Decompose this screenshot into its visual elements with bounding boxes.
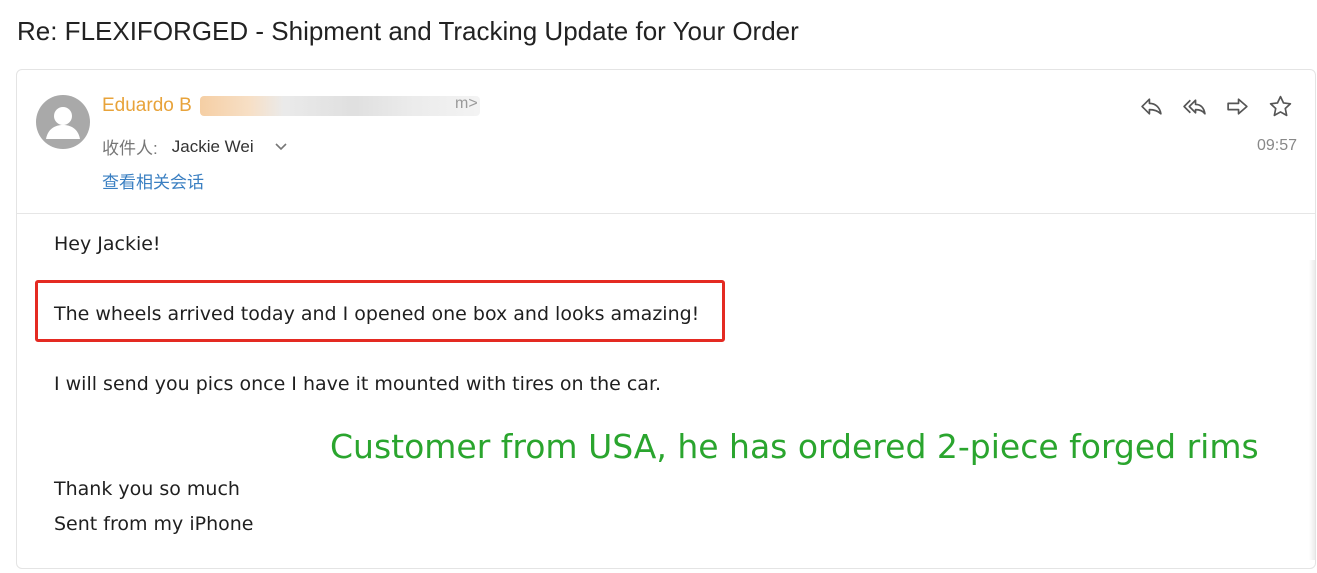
person-icon [46, 107, 80, 139]
email-body: Hey Jackie! The wheels arrived today and… [17, 213, 1315, 573]
message-time: 09:57 [1256, 137, 1297, 154]
avatar[interactable] [36, 95, 90, 149]
greeting-text: Hey Jackie! [54, 233, 161, 255]
email-card: Eduardo B m> 收件人: Jackie Wei 查看相关会话 09:5… [16, 69, 1316, 569]
sender-email-tail: m> [455, 95, 478, 112]
reply-icon[interactable] [1139, 94, 1164, 119]
sender-name[interactable]: Eduardo B [102, 95, 192, 117]
signature-line: Sent from my iPhone [54, 513, 254, 535]
email-header: Eduardo B m> 收件人: Jackie Wei 查看相关会话 09:5… [17, 70, 1315, 214]
recipient-name[interactable]: Jackie Wei [172, 137, 254, 157]
email-subject: Re: FLEXIFORGED - Shipment and Tracking … [17, 16, 799, 46]
recipient-row: 收件人: Jackie Wei [102, 134, 288, 159]
forward-icon[interactable] [1225, 94, 1250, 119]
star-icon[interactable] [1268, 94, 1293, 119]
recipient-label: 收件人: [102, 139, 158, 158]
pics-line: I will send you pics once I have it moun… [54, 373, 662, 395]
related-conversations-link[interactable]: 查看相关会话 [102, 168, 204, 193]
reply-all-icon[interactable] [1182, 94, 1207, 119]
redacted-email-mask [200, 96, 480, 116]
highlighted-line: The wheels arrived today and I opened on… [54, 303, 700, 325]
annotation-text: Customer from USA, he has ordered 2-piec… [330, 427, 1259, 466]
scroll-shadow [1309, 260, 1315, 560]
thanks-line: Thank you so much [54, 478, 240, 500]
message-actions [1139, 94, 1293, 119]
chevron-down-icon[interactable] [274, 140, 288, 154]
